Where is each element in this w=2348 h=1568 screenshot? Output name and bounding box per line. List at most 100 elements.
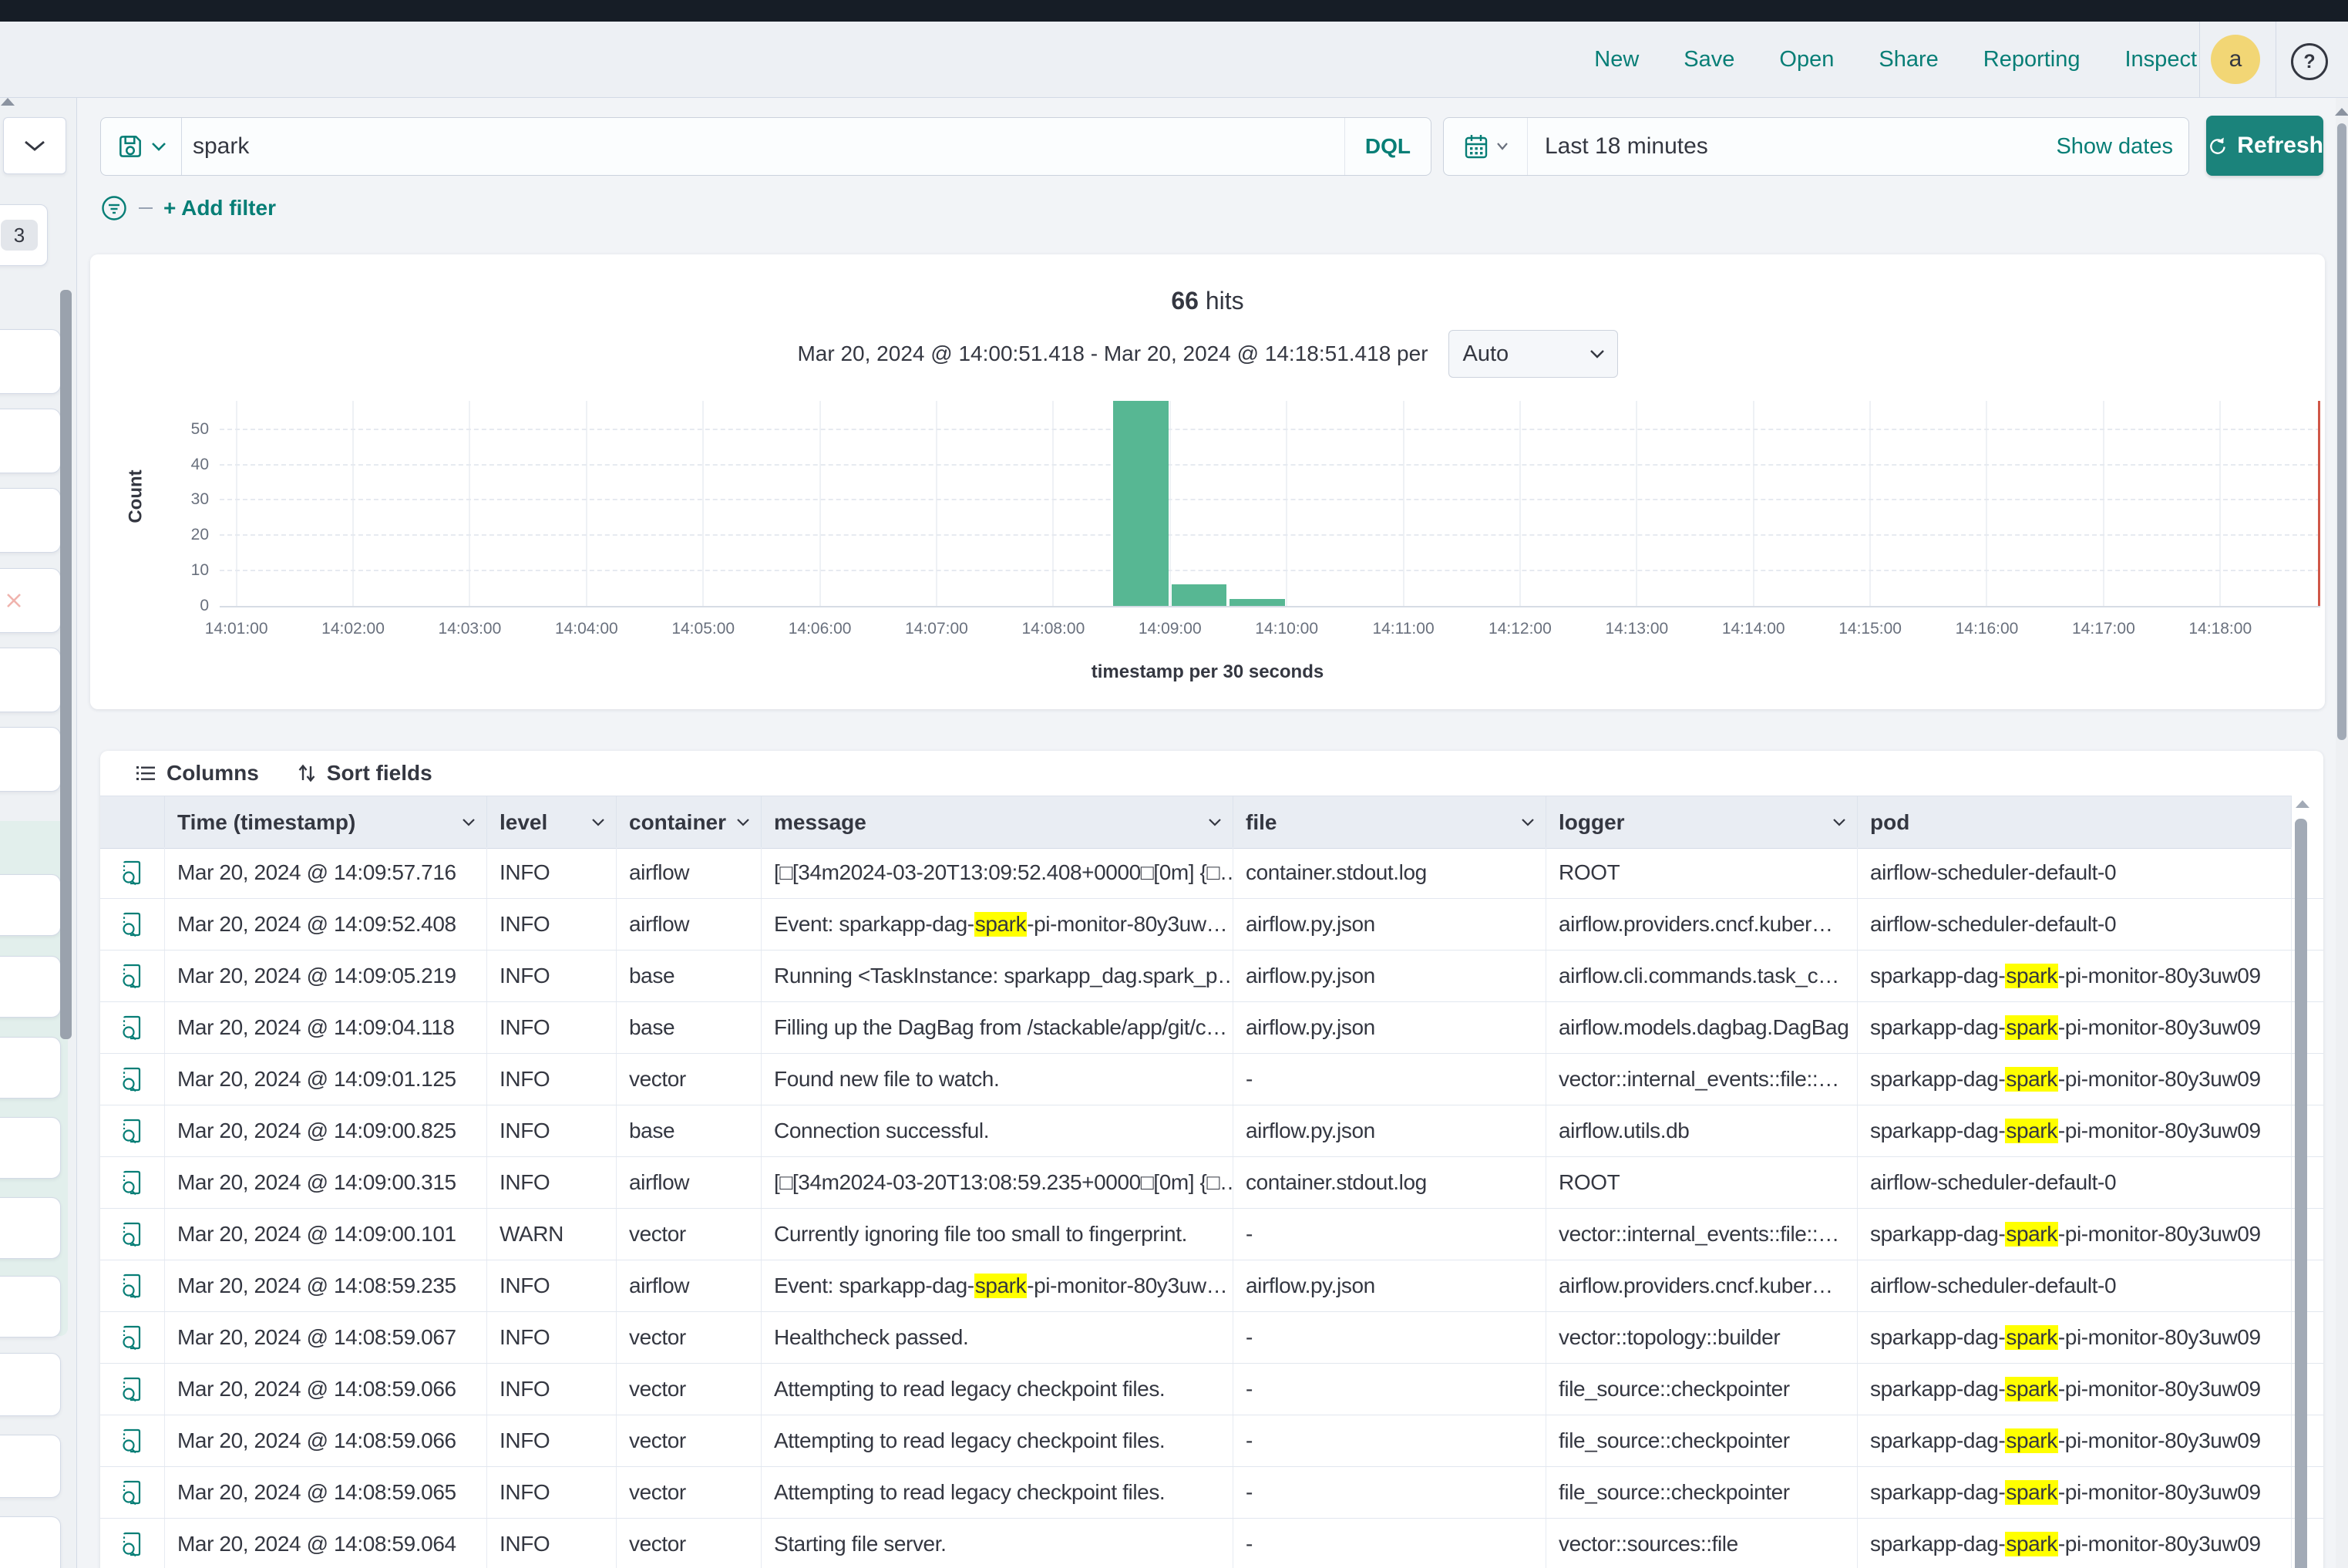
expand-row-button[interactable] (100, 1260, 165, 1311)
cell-message: Attempting to read legacy checkpoint fil… (762, 1415, 1233, 1466)
filter-bar: + Add filter (100, 193, 276, 224)
expand-row-button[interactable] (100, 1519, 165, 1568)
selected-field-button[interactable] (0, 874, 61, 936)
cell-pod: sparkapp-dag-spark-pi-monitor-80y3uw09 (1858, 1054, 2292, 1105)
field-button[interactable] (0, 568, 61, 633)
table-row: Mar 20, 2024 @ 14:09:00.825INFObaseConne… (100, 1105, 2323, 1157)
column-header-container[interactable]: container (617, 796, 762, 848)
topnav-link-inspect[interactable]: Inspect (2125, 47, 2198, 72)
hits-count-title: 66 hits (90, 287, 2325, 315)
field-button[interactable] (0, 648, 61, 712)
topnav-link-save[interactable]: Save (1684, 47, 1734, 72)
expand-row-button[interactable] (100, 899, 165, 950)
chevron-down-icon (1208, 817, 1222, 827)
topnav-link-reporting[interactable]: Reporting (1983, 47, 2081, 72)
cell-time: Mar 20, 2024 @ 14:09:52.408 (165, 899, 487, 950)
show-dates-button[interactable]: Show dates (2056, 134, 2188, 160)
column-header-logger[interactable]: logger (1546, 796, 1858, 848)
save-icon (116, 132, 145, 161)
opensearch-discover-page: NewSaveOpenShareReportingInspect a ? 3 s… (0, 0, 2348, 1568)
chevron-down-icon[interactable] (462, 817, 476, 827)
column-header-level[interactable]: level (487, 796, 617, 848)
selected-field-button[interactable] (0, 956, 61, 1018)
field-button[interactable] (0, 1353, 61, 1416)
chevron-down-icon[interactable] (1832, 817, 1846, 827)
filter-icon[interactable] (100, 194, 128, 222)
cell-message: Attempting to read legacy checkpoint fil… (762, 1364, 1233, 1415)
search-query-input[interactable]: spark (182, 133, 1344, 160)
expand-row-button[interactable] (100, 951, 165, 1001)
chevron-down-icon (1589, 348, 1605, 359)
saved-query-menu-button[interactable] (101, 118, 182, 175)
selected-field-button[interactable] (0, 1197, 61, 1259)
sidebar-scrollbar[interactable] (60, 290, 72, 1039)
chevron-down-icon[interactable] (1521, 817, 1535, 827)
cell-file: - (1233, 1519, 1546, 1568)
sidebar-scroll-up-arrow[interactable] (0, 98, 15, 106)
expand-row-button[interactable] (100, 1364, 165, 1415)
time-range-value[interactable]: Last 18 minutes (1528, 133, 2056, 160)
cell-message: Event: sparkapp-dag-spark-pi-monitor-80y… (762, 1260, 1233, 1311)
page-scroll-up-arrow[interactable] (2336, 108, 2348, 116)
expand-row-button[interactable] (100, 1002, 165, 1053)
chevron-down-icon[interactable] (591, 817, 605, 827)
columns-button[interactable]: Columns (134, 761, 259, 786)
chevron-down-icon (1832, 817, 1846, 827)
table-scrollbar[interactable] (2295, 819, 2307, 1568)
expand-row-button[interactable] (100, 1312, 165, 1363)
sidebar-collapse-button[interactable] (3, 117, 66, 174)
expand-row-button[interactable] (100, 1467, 165, 1518)
expand-row-button[interactable] (100, 1157, 165, 1208)
chevron-down-icon[interactable] (1208, 817, 1222, 827)
expand-row-button[interactable] (100, 1054, 165, 1105)
column-header-label: Time (timestamp) (177, 810, 355, 835)
sort-fields-button[interactable]: Sort fields (296, 761, 432, 786)
avatar[interactable]: a (2211, 35, 2260, 84)
cell-time: Mar 20, 2024 @ 14:08:59.065 (165, 1467, 487, 1518)
column-header-Time (timestamp)[interactable]: Time (timestamp) (165, 796, 487, 848)
topnav-link-new[interactable]: New (1594, 47, 1639, 72)
column-header-label: logger (1559, 810, 1625, 835)
page-scrollbar[interactable] (2337, 123, 2346, 740)
cell-container: base (617, 1002, 762, 1053)
remove-field-icon[interactable] (4, 591, 24, 611)
selected-field-button[interactable] (0, 1117, 61, 1179)
chevron-down-icon (23, 139, 46, 153)
table-header-row: Time (timestamp) levelcontainermessagefil… (100, 796, 2292, 849)
add-filter-button[interactable]: + Add filter (163, 196, 276, 220)
help-icon[interactable]: ? (2291, 43, 2328, 80)
cell-file: airflow.py.json (1233, 951, 1546, 1001)
selected-field-button[interactable] (0, 1037, 61, 1099)
table-scroll-up-arrow[interactable] (2294, 800, 2311, 816)
chevron-down-icon[interactable] (736, 817, 750, 827)
topnav-link-open[interactable]: Open (1779, 47, 1834, 72)
column-header-message[interactable]: message (762, 796, 1233, 848)
expand-row-button[interactable] (100, 847, 165, 898)
query-language-button[interactable]: DQL (1344, 118, 1431, 175)
inspect-document-icon (119, 1478, 146, 1507)
highlighted-term: spark (2005, 1377, 2057, 1401)
column-header-pod[interactable]: pod (1858, 796, 2292, 848)
table-row: Mar 20, 2024 @ 14:09:01.125INFOvectorFou… (100, 1054, 2323, 1105)
cell-container: vector (617, 1467, 762, 1518)
field-button[interactable] (0, 329, 61, 394)
topnav-link-share[interactable]: Share (1879, 47, 1938, 72)
field-button[interactable] (0, 409, 61, 473)
field-button[interactable] (0, 488, 61, 553)
field-button[interactable] (0, 1435, 61, 1498)
column-header-expand[interactable] (100, 796, 165, 848)
date-quick-select-button[interactable] (1444, 118, 1528, 175)
interval-select[interactable]: Auto (1448, 330, 1618, 378)
cell-pod: sparkapp-dag-spark-pi-monitor-80y3uw09 (1858, 1002, 2292, 1053)
expand-row-button[interactable] (100, 1105, 165, 1156)
refresh-button[interactable]: Refresh (2206, 116, 2323, 176)
highlighted-term: spark (2005, 964, 2057, 988)
cell-logger: airflow.providers.cncf.kuber… (1546, 899, 1858, 950)
field-button[interactable] (0, 727, 61, 792)
field-button[interactable] (0, 1516, 61, 1568)
column-header-file[interactable]: file (1233, 796, 1546, 848)
selected-field-button[interactable] (0, 1276, 61, 1338)
expand-row-button[interactable] (100, 1209, 165, 1260)
expand-row-button[interactable] (100, 1415, 165, 1466)
cell-pod: sparkapp-dag-spark-pi-monitor-80y3uw09 (1858, 1519, 2292, 1568)
